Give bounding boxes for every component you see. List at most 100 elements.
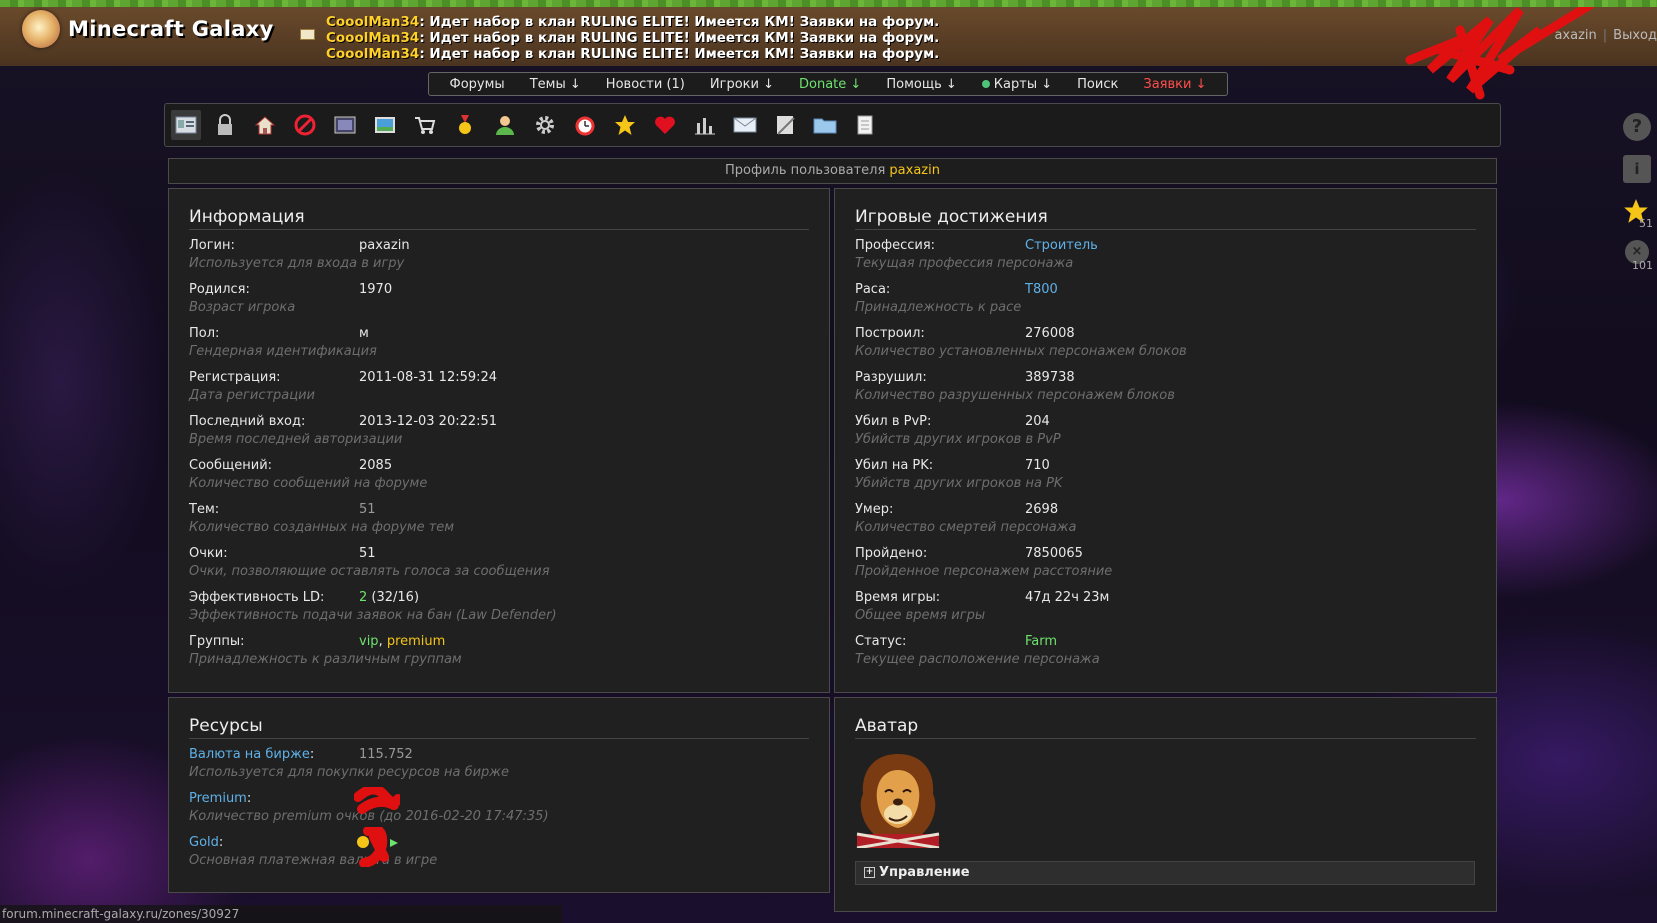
field-label: Построил: — [855, 326, 925, 341]
logout-link[interactable]: Выход — [1613, 28, 1657, 43]
field-value: 2 (32/16) — [359, 590, 419, 605]
field-label: Последний вход: — [189, 414, 306, 429]
screenshot-icon[interactable] — [373, 113, 397, 137]
field-value: 7850065 — [1025, 546, 1083, 561]
info-row: Последний вход: 2013-12-03 20:22:51 Время … — [189, 414, 809, 458]
heart-icon[interactable] — [653, 113, 677, 137]
info-row: Группы: vip, premium Принадлежность к разл… — [189, 634, 809, 678]
gold-link[interactable]: Gold — [189, 835, 219, 850]
field-label: Статус: — [855, 634, 907, 649]
achievement-row: Статус: Farm Текущее расположение персонаж… — [855, 634, 1476, 678]
premium-link[interactable]: Premium — [189, 791, 247, 806]
nav-forums[interactable]: Форумы — [450, 77, 505, 92]
help-question-icon[interactable]: ? — [1623, 113, 1651, 141]
profile-title-bar: Профиль пользователя paxazin — [168, 158, 1497, 184]
nav-topics[interactable]: Темы ↓ — [530, 77, 581, 92]
field-description: Убийств других игроков на PK — [855, 476, 1063, 491]
x-count: 101 — [1632, 259, 1653, 272]
resource-row: Gold: Основная платежная валюта в игре — [189, 827, 809, 879]
avatar-panel: Аватар + Управление — [834, 697, 1497, 912]
achievement-row: Разрушил: 389738 Количество разрушенных пе… — [855, 370, 1476, 414]
profile-toolbar — [164, 103, 1501, 147]
field-label: Эффективность LD: — [189, 590, 325, 605]
news-author: CooolMan34 — [326, 14, 420, 30]
group-premium[interactable]: premium — [387, 634, 446, 649]
field-description: Используется для входа в игру — [189, 256, 405, 271]
achievement-row: Время игры: 47д 22ч 23м Общее время игры — [855, 590, 1476, 634]
field-label: Сообщений: — [189, 458, 273, 473]
mail-icon[interactable] — [733, 113, 757, 137]
browser-status-url: forum.minecraft-galaxy.ru/zones/30927 — [0, 905, 562, 923]
stats-chart-icon[interactable] — [693, 113, 717, 137]
field-label: Логин: — [189, 238, 235, 253]
field-description: Принадлежность к расе — [855, 300, 1022, 315]
field-value[interactable]: T800 — [1025, 282, 1058, 297]
news-item[interactable]: CooolMan34: Идет набор в клан RULING ELI… — [326, 14, 939, 30]
nav-requests[interactable]: Заявки ↓ — [1143, 77, 1206, 92]
expand-plus-icon: + — [864, 867, 875, 878]
notes-icon[interactable] — [773, 113, 797, 137]
field-description: Количество созданных на форуме тем — [189, 520, 455, 535]
redaction-scribble — [354, 787, 400, 814]
info-row: Родился: 1970 Возраст игрока — [189, 282, 809, 326]
lock-icon[interactable] — [213, 113, 237, 137]
field-label: Убил в PvP: — [855, 414, 932, 429]
manage-toggle[interactable]: + Управление — [855, 861, 1475, 885]
news-text: : Идет набор в клан RULING ELITE! Имеетс… — [419, 30, 940, 46]
nav-players[interactable]: Игроки ↓ — [710, 77, 774, 92]
nav-search[interactable]: Поиск — [1077, 77, 1118, 92]
field-value[interactable]: Строитель — [1025, 238, 1098, 253]
nav-news[interactable]: Новости (1) — [606, 77, 685, 92]
home-icon[interactable] — [253, 113, 277, 137]
field-label: Gold: — [189, 835, 223, 850]
news-item[interactable]: CooolMan34: Идет набор в клан RULING ELI… — [326, 46, 939, 62]
field-value: Farm — [1025, 634, 1058, 649]
info-title: Информация — [189, 207, 809, 230]
news-author: CooolMan34 — [326, 46, 420, 62]
gallery-icon[interactable] — [333, 113, 357, 137]
star-icon[interactable] — [613, 113, 637, 137]
ban-icon[interactable] — [293, 113, 317, 137]
mail-icon[interactable] — [300, 29, 315, 40]
field-value: 2085 — [359, 458, 393, 473]
achievements-panel: Игровые достижения Профессия: Строитель Те… — [834, 188, 1497, 693]
achievement-row: Пройдено: 7850065 Пройденное персонажем ра… — [855, 546, 1476, 590]
field-label: Premium: — [189, 791, 251, 806]
news-item[interactable]: CooolMan34: Идет набор в клан RULING ELI… — [326, 30, 939, 46]
main-nav: Форумы Темы ↓ Новости (1) Игроки ↓ Donat… — [428, 72, 1228, 96]
field-description: Гендерная идентификация — [189, 344, 377, 359]
achievement-row: Профессия: Строитель Текущая профессия пер… — [855, 238, 1476, 282]
nav-help[interactable]: Помощь ↓ — [886, 77, 956, 92]
medal-icon[interactable] — [453, 113, 477, 137]
field-label: Валюта на бирже: — [189, 747, 314, 762]
field-value: 47д 22ч 23м — [1025, 590, 1110, 605]
info-icon[interactable]: i — [1623, 155, 1651, 183]
info-row: Логин: paxazin Используется для входа в иг… — [189, 238, 809, 282]
document-icon[interactable] — [853, 113, 877, 137]
profile-username[interactable]: paxazin — [889, 163, 940, 178]
alarm-clock-icon[interactable] — [573, 113, 597, 137]
field-value: 2698 — [1025, 502, 1059, 517]
field-label: Пройдено: — [855, 546, 928, 561]
field-label: Убил на PK: — [855, 458, 934, 473]
field-label: Раса: — [855, 282, 891, 297]
colon: : — [218, 835, 224, 850]
field-value[interactable]: 51 — [359, 502, 376, 517]
news-text: : Идет набор в клан RULING ELITE! Имеетс… — [419, 46, 940, 62]
group-vip[interactable]: vip — [359, 634, 379, 649]
separator: | — [1602, 28, 1608, 43]
profile-card-icon[interactable] — [171, 110, 201, 140]
info-row: Сообщений: 2085 Количество сообщений на фо… — [189, 458, 809, 502]
profile-title-prefix: Профиль пользователя — [725, 163, 890, 178]
folder-icon[interactable] — [813, 113, 837, 137]
cart-icon[interactable] — [413, 113, 437, 137]
site-title: Minecraft Galaxy — [68, 17, 274, 41]
field-value: м — [359, 326, 369, 341]
user-icon[interactable] — [493, 113, 517, 137]
exchange-currency-link[interactable]: Валюта на бирже — [189, 747, 310, 762]
settings-gear-icon[interactable] — [533, 113, 557, 137]
nav-maps[interactable]: Карты ↓ — [981, 77, 1052, 92]
nav-donate[interactable]: Donate ↓ — [799, 77, 861, 92]
site-logo[interactable]: Minecraft Galaxy — [22, 10, 274, 48]
colon: : — [246, 791, 252, 806]
